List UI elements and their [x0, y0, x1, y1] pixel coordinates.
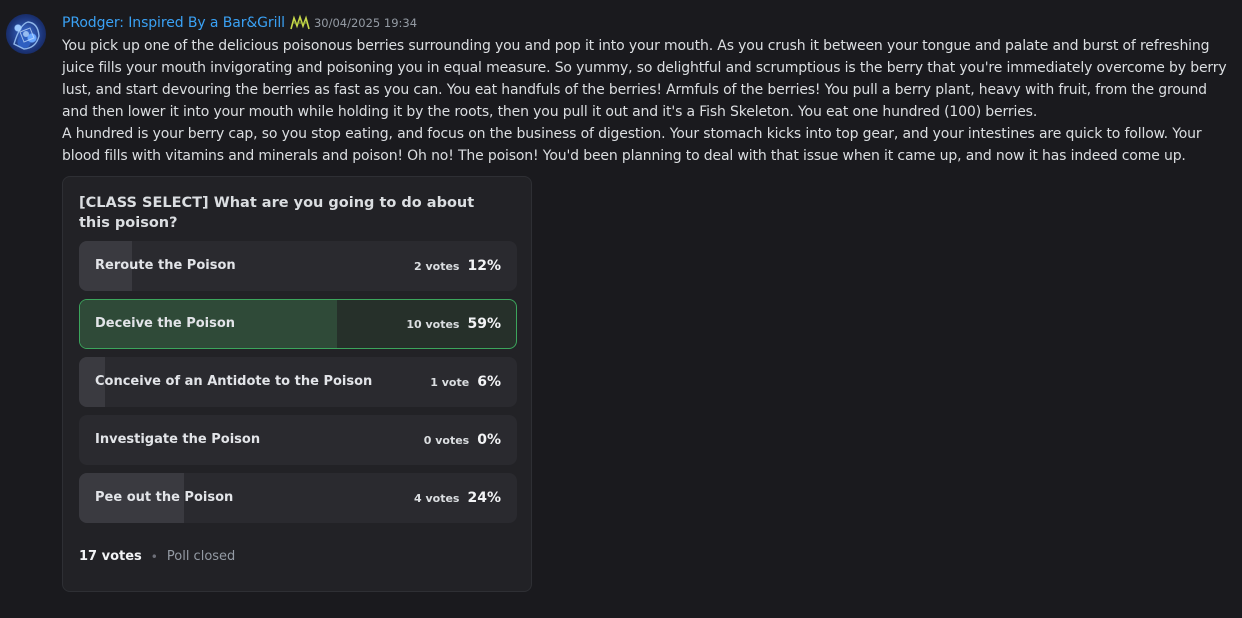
poll-option-label: Reroute the Poison — [95, 258, 236, 273]
user-avatar[interactable] — [6, 14, 46, 54]
poll-option-percent: 59% — [467, 316, 501, 332]
poll-option-label: Deceive the Poison — [95, 316, 236, 331]
poll-option[interactable]: Conceive of an Antidote to the Poison 1 … — [79, 357, 517, 407]
message: PRodger: Inspired By a Bar&Grill 30/04/2… — [62, 12, 1232, 167]
poll-status: Poll closed — [166, 549, 236, 564]
poll-option-votes: 2 votes — [414, 259, 460, 273]
author-name[interactable]: PRodger: Inspired By a Bar&Grill — [62, 15, 285, 31]
message-timestamp: 30/04/2025 19:34 — [313, 16, 418, 30]
role-badge-icon — [289, 14, 311, 32]
poll-option-label: Conceive of an Antidote to the Poison — [95, 374, 373, 389]
message-paragraph: A hundred is your berry cap, so you stop… — [62, 126, 1202, 164]
poll-option[interactable]: Pee out the Poison 4 votes 24% — [79, 473, 517, 523]
poll-footer: 17 votes • Poll closed — [79, 549, 235, 564]
poll-option-votes: 1 vote — [430, 375, 470, 389]
message-header: PRodger: Inspired By a Bar&Grill 30/04/2… — [62, 12, 1232, 34]
poll-option-percent: 0% — [477, 432, 501, 448]
poll-option-votes: 4 votes — [414, 491, 460, 505]
poll-option[interactable]: Investigate the Poison 0 votes 0% — [79, 415, 517, 465]
poll-footer-separator: • — [150, 549, 158, 564]
poll-question: [CLASS SELECT] What are you going to do … — [79, 195, 475, 231]
poll-option-percent: 12% — [467, 258, 501, 274]
poll-option[interactable]: Deceive the Poison 10 votes 59% — [79, 299, 517, 349]
poll-option-label: Pee out the Poison — [95, 490, 234, 505]
message-content: You pick up one of the delicious poisono… — [62, 35, 1232, 167]
poll-option-votes: 10 votes — [406, 317, 460, 331]
poll-total-votes[interactable]: 17 votes — [79, 549, 142, 564]
poll-card: [CLASS SELECT] What are you going to do … — [62, 176, 532, 592]
poll-option-label: Investigate the Poison — [95, 432, 261, 447]
poll-option-percent: 6% — [477, 374, 501, 390]
message-paragraph: You pick up one of the delicious poisono… — [62, 38, 1227, 120]
poll-option[interactable]: Reroute the Poison 2 votes 12% — [79, 241, 517, 291]
poll-option-votes: 0 votes — [423, 433, 470, 447]
poll-option-percent: 24% — [467, 490, 501, 506]
